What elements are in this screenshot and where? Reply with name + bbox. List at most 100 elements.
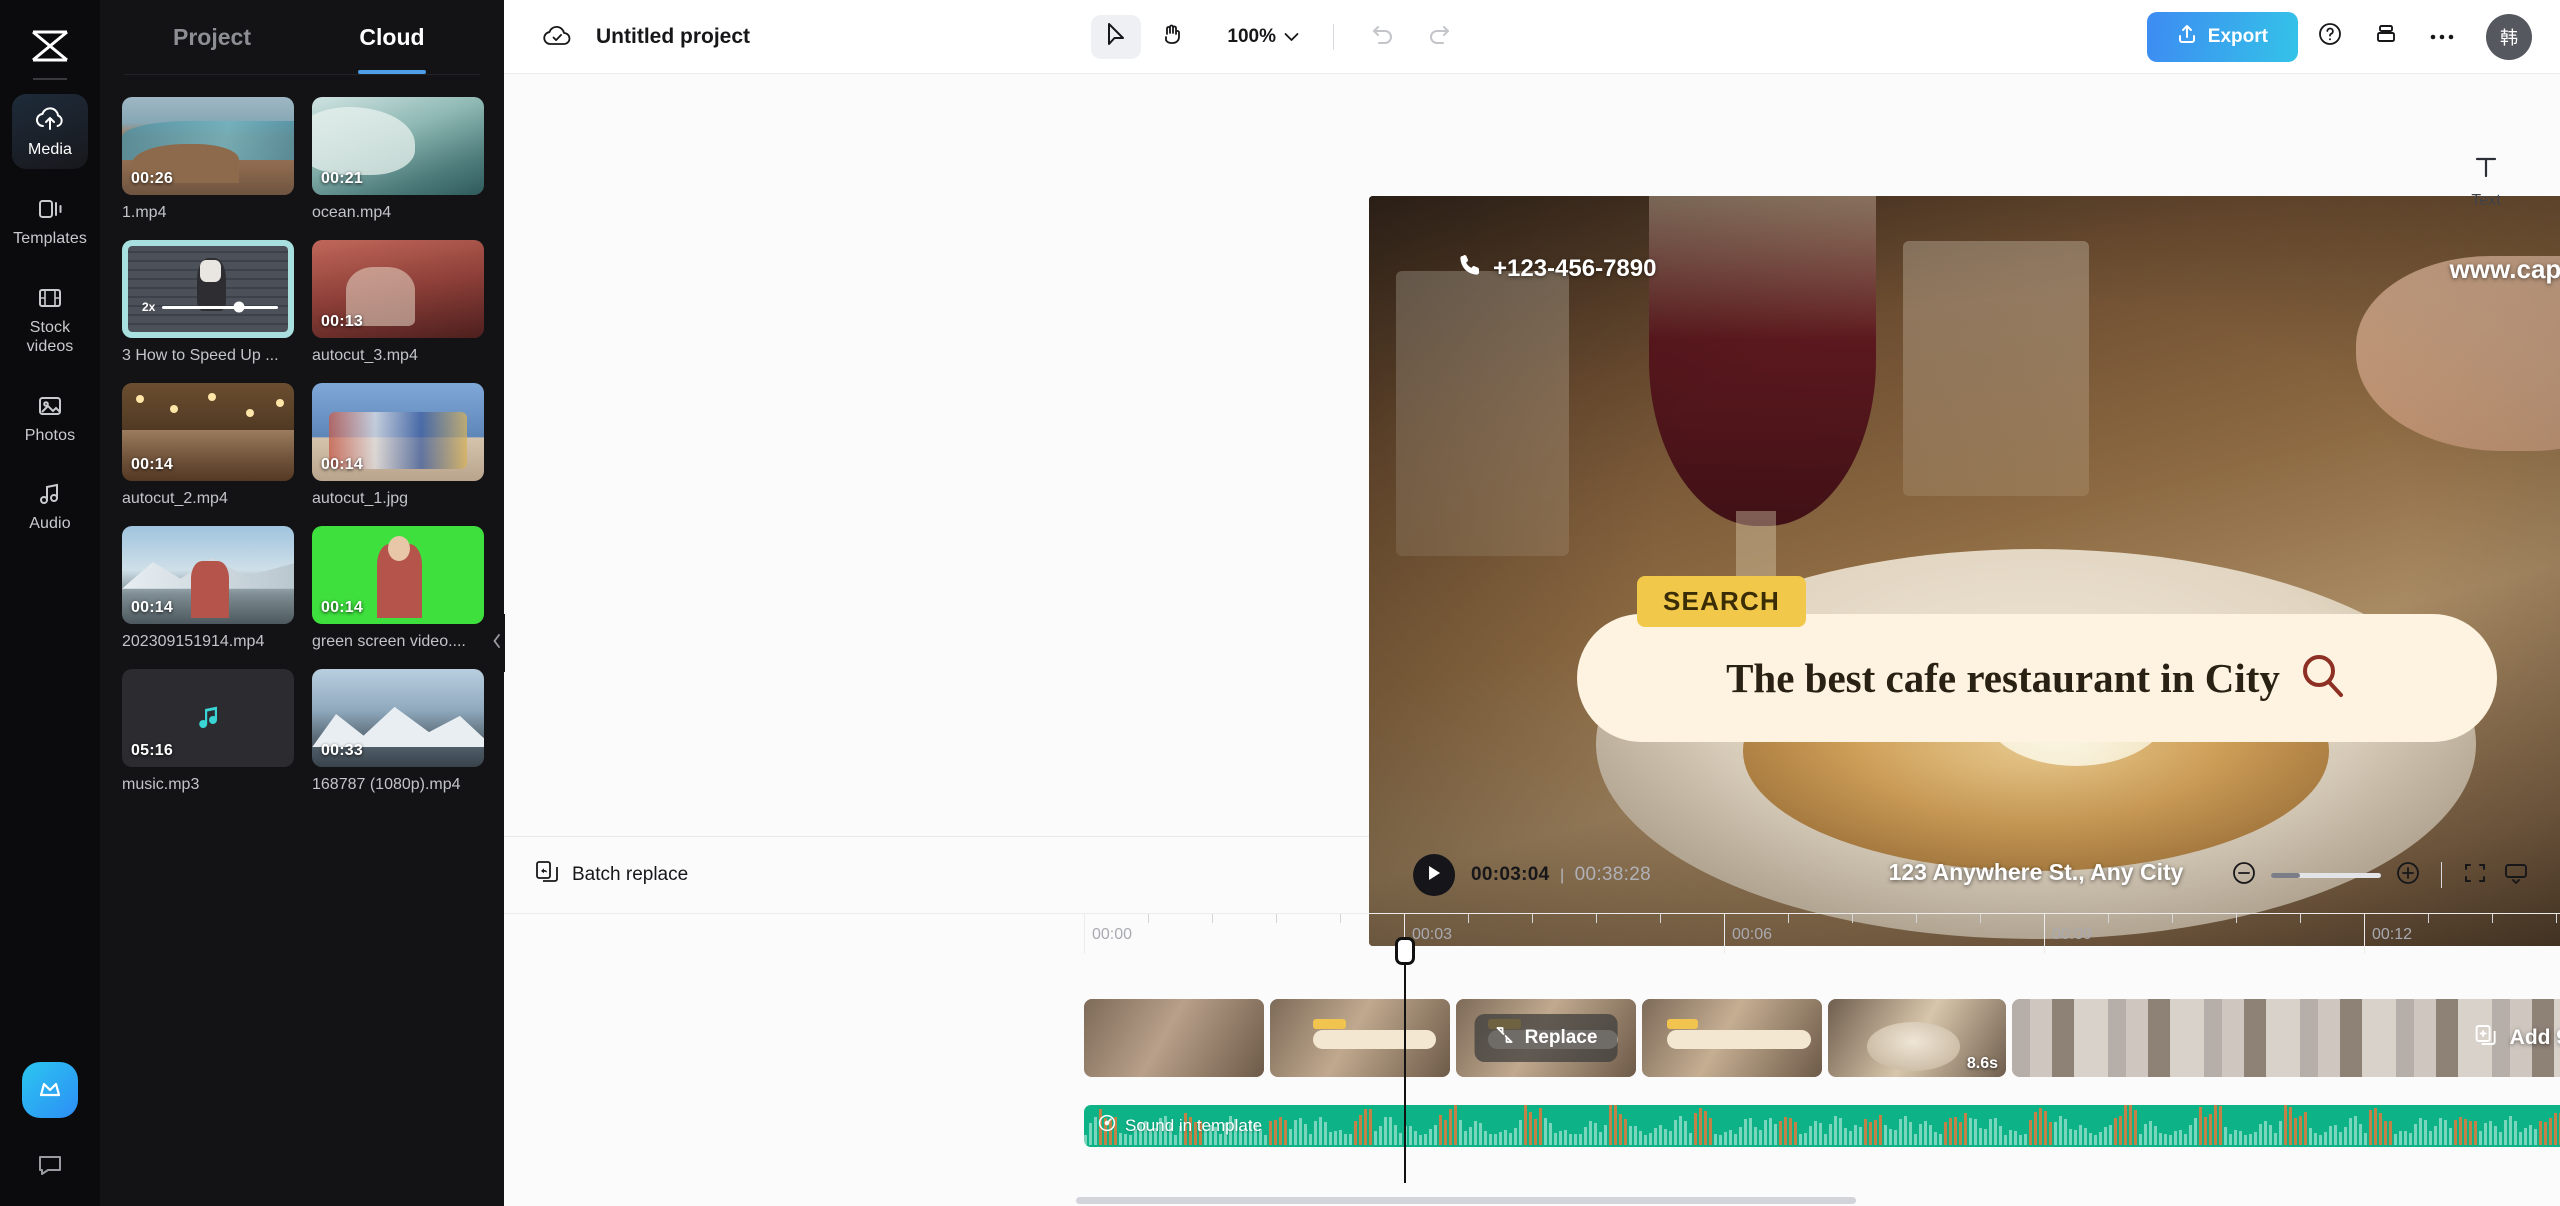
video-preview-canvas[interactable]: +123-456-7890 www.capcut.com SEARCH The … bbox=[1369, 196, 2560, 946]
timeline-zoom-slider[interactable] bbox=[2271, 872, 2381, 878]
more-options-button[interactable] bbox=[2418, 13, 2466, 61]
sidebar-item-stock-videos[interactable]: Stock videos bbox=[12, 272, 88, 366]
preview-area: +123-456-7890 www.capcut.com SEARCH The … bbox=[504, 74, 2560, 946]
timeline-toolbar: Batch replace 00:03:04 | 00:38:28 bbox=[504, 837, 2560, 913]
cloud-check-icon[interactable] bbox=[540, 20, 574, 54]
sidebar-item-audio[interactable]: Audio bbox=[12, 468, 88, 543]
timeline-clip[interactable]: 8.6s bbox=[1828, 999, 2006, 1077]
speed-track[interactable] bbox=[162, 301, 278, 313]
text-tool-button[interactable]: Text bbox=[2448, 152, 2524, 210]
timeline-clip-selected[interactable]: Replace bbox=[1456, 999, 1636, 1077]
avatar[interactable]: 韩 bbox=[2485, 13, 2532, 60]
media-item[interactable]: 00:26 1.mp4 bbox=[122, 97, 294, 222]
media-thumbnail[interactable]: 00:26 bbox=[122, 97, 294, 195]
media-item[interactable]: 00:13 autocut_3.mp4 bbox=[312, 240, 484, 365]
media-item[interactable]: 00:14 autocut_2.mp4 bbox=[122, 383, 294, 508]
upload-icon bbox=[2177, 23, 2197, 51]
pro-badge-icon[interactable] bbox=[22, 1062, 78, 1118]
timeline-playhead[interactable] bbox=[1395, 937, 1415, 1183]
media-tabs: Project Cloud bbox=[100, 0, 504, 74]
tool-hand[interactable] bbox=[1147, 15, 1197, 59]
preview-search-badge: SEARCH bbox=[1637, 576, 1806, 627]
redo-button[interactable] bbox=[1414, 15, 1464, 59]
music-disc-icon bbox=[1098, 1114, 1116, 1137]
preview-phone-text: +123-456-7890 bbox=[1493, 254, 1657, 282]
capcut-logo-icon bbox=[24, 20, 76, 72]
sidebar-item-templates[interactable]: Templates bbox=[12, 183, 88, 258]
preview-search-bar: The best cafe restaurant in City bbox=[1577, 614, 2497, 742]
ruler-label: 00:00 bbox=[1092, 926, 1133, 943]
add-videos-label: Add 9 videos bbox=[2509, 1026, 2560, 1049]
timeline-clip[interactable] bbox=[1084, 999, 1264, 1077]
zoom-out-circle-icon[interactable] bbox=[2231, 860, 2257, 891]
timeline-clip[interactable] bbox=[1270, 999, 1450, 1077]
film-strip-icon bbox=[35, 283, 65, 313]
add-videos-button[interactable]: Add 9 videos bbox=[2474, 1023, 2560, 1053]
media-thumbnail[interactable]: 00:14 bbox=[312, 383, 484, 481]
zoom-in-circle-icon[interactable] bbox=[2395, 860, 2421, 891]
page-title[interactable]: Untitled project bbox=[596, 25, 750, 49]
chevron-down-icon bbox=[1284, 26, 1299, 48]
media-thumbnail[interactable]: 00:14 bbox=[122, 383, 294, 481]
fit-to-screen-icon[interactable] bbox=[2462, 860, 2488, 891]
media-thumbnail[interactable]: 00:14 bbox=[312, 526, 484, 624]
tool-select[interactable] bbox=[1091, 14, 1142, 59]
tab-cloud[interactable]: Cloud bbox=[302, 0, 482, 74]
help-button[interactable] bbox=[2306, 13, 2354, 61]
media-filename: green screen video.... bbox=[312, 633, 466, 650]
tab-project[interactable]: Project bbox=[122, 0, 302, 74]
media-item[interactable]: 05:16 music.mp3 bbox=[122, 669, 294, 794]
speed-knob[interactable] bbox=[233, 301, 245, 313]
timeline-ruler[interactable]: 00:00 00:03 00:06 00:09 00:12 00:15 00:1… bbox=[504, 913, 2560, 954]
media-duration: 05:16 bbox=[131, 742, 173, 759]
template-icon bbox=[35, 194, 65, 224]
audio-track-clip[interactable]: Sound in template bbox=[1084, 1105, 2560, 1147]
collapse-panel-button[interactable] bbox=[489, 614, 505, 672]
sidebar-item-media[interactable]: Media bbox=[12, 94, 88, 169]
timecode-separator: | bbox=[1559, 867, 1565, 884]
thumb-image bbox=[128, 246, 288, 332]
export-button[interactable]: Export bbox=[2146, 11, 2298, 62]
media-filename: music.mp3 bbox=[122, 776, 200, 793]
media-item[interactable]: 00:14 autocut_1.jpg bbox=[312, 383, 484, 508]
zoom-level-selector[interactable]: 100% bbox=[1217, 26, 1309, 48]
timeline-toolbar-divider bbox=[2441, 862, 2442, 888]
batch-replace-button[interactable]: Batch replace bbox=[534, 859, 688, 891]
audio-track-label-group: Sound in template bbox=[1098, 1114, 1262, 1137]
media-thumbnail[interactable]: 00:33 bbox=[312, 669, 484, 767]
timeline-add-videos-placeholder[interactable]: Add 9 videos bbox=[2012, 999, 2560, 1077]
replace-label: Replace bbox=[1524, 1027, 1598, 1048]
media-thumbnail[interactable]: 00:13 bbox=[312, 240, 484, 338]
sidebar-item-label: Media bbox=[27, 141, 73, 158]
play-button[interactable] bbox=[1413, 854, 1456, 896]
speed-slider[interactable]: 2x bbox=[142, 300, 278, 314]
media-item[interactable]: 00:33 168787 (1080p).mp4 bbox=[312, 669, 484, 794]
media-thumbnail[interactable]: 00:21 bbox=[312, 97, 484, 195]
media-duration: 00:14 bbox=[131, 456, 173, 473]
topbar-actions: Export 韩 bbox=[2146, 11, 2532, 62]
media-duration: 00:21 bbox=[321, 170, 363, 187]
media-duration: 00:14 bbox=[321, 599, 363, 616]
media-thumbnail-audio[interactable]: 05:16 bbox=[122, 669, 294, 767]
media-grid: 00:26 1.mp4 00:21 ocean.mp4 2x 3 How to … bbox=[100, 75, 504, 804]
chat-bubble-icon[interactable] bbox=[33, 1148, 67, 1182]
sidebar-item-photos[interactable]: Photos bbox=[12, 380, 88, 455]
current-time: 00:03:04 bbox=[1471, 864, 1550, 885]
timeline-horizontal-scrollbar[interactable] bbox=[1076, 1197, 1856, 1204]
preview-phone-overlay: +123-456-7890 bbox=[1457, 252, 1656, 285]
media-thumbnail[interactable]: 2x bbox=[122, 240, 294, 338]
media-item[interactable]: 00:14 green screen video.... bbox=[312, 526, 484, 651]
text-tool-label: Text bbox=[2471, 192, 2501, 209]
media-thumbnail[interactable]: 00:14 bbox=[122, 526, 294, 624]
display-options-icon[interactable] bbox=[2502, 860, 2530, 891]
layout-button[interactable] bbox=[2362, 13, 2410, 61]
timeline-clip[interactable] bbox=[1642, 999, 1822, 1077]
playhead-handle[interactable] bbox=[1395, 937, 1415, 965]
replace-clip-button[interactable]: Replace bbox=[1474, 1014, 1618, 1062]
layout-icon bbox=[2373, 21, 2399, 52]
undo-button[interactable] bbox=[1358, 15, 1408, 59]
media-item[interactable]: 00:21 ocean.mp4 bbox=[312, 97, 484, 222]
media-item-selected[interactable]: 2x 3 How to Speed Up ... bbox=[122, 240, 294, 365]
rail-divider bbox=[33, 78, 67, 80]
media-item[interactable]: 00:14 202309151914.mp4 bbox=[122, 526, 294, 651]
